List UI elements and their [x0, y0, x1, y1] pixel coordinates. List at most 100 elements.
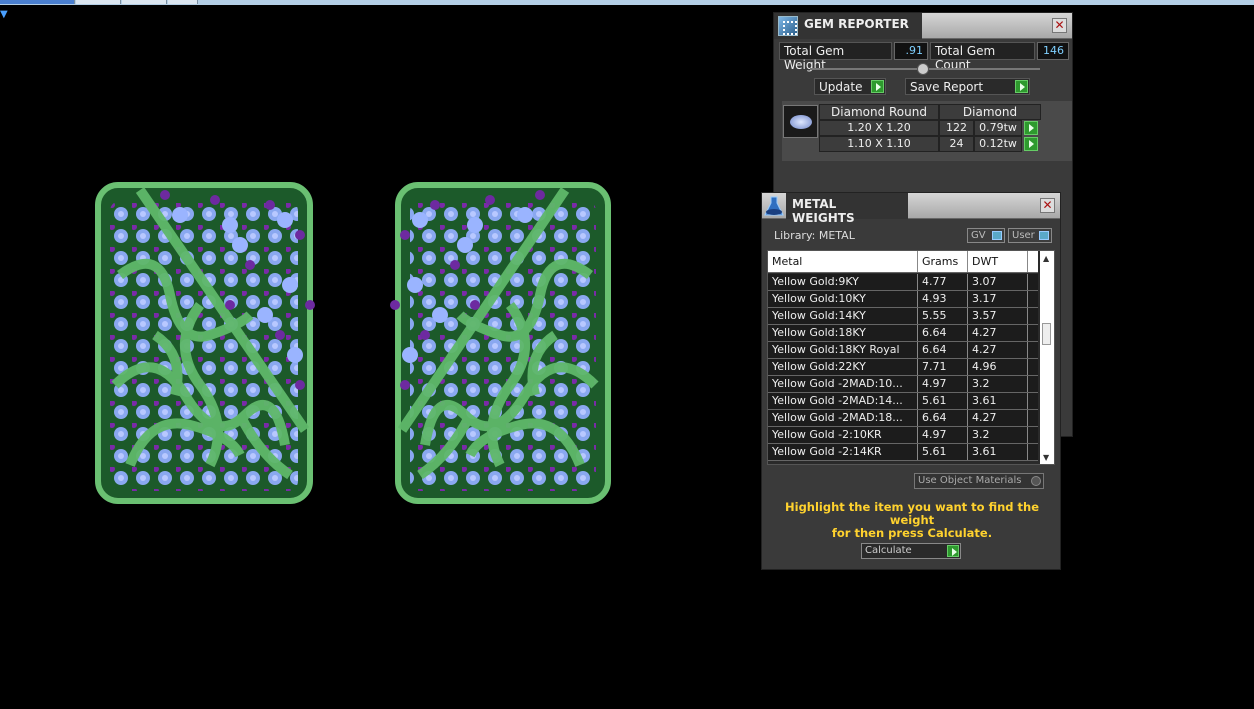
total-gem-weight-label: Total Gem Weight [779, 42, 892, 72]
metal-table-row[interactable]: Yellow Gold:18KY 6.64 4.27 [768, 325, 1038, 342]
grams-cell: 5.61 [918, 444, 968, 460]
dwt-cell: 3.2 [968, 427, 1028, 443]
gem-row-count: 122 [939, 120, 974, 136]
gem-reporter-icon [778, 16, 798, 36]
dwt-cell: 4.27 [968, 342, 1028, 358]
metal-name-cell: Yellow Gold:9KY [768, 274, 918, 290]
dwt-cell: 4.27 [968, 325, 1028, 341]
metal-name-cell: Yellow Gold:14KY [768, 308, 918, 324]
user-toggle-label: User [1012, 230, 1035, 241]
gem-row-size[interactable]: 1.10 X 1.10 [819, 136, 939, 152]
total-gem-count-label: Total Gem Count [930, 42, 1035, 72]
save-report-button[interactable]: Save Report [905, 78, 1030, 95]
grams-cell: 5.61 [918, 393, 968, 409]
metal-table-row[interactable]: Yellow Gold:14KY 5.55 3.57 [768, 308, 1038, 325]
dwt-cell: 3.07 [968, 274, 1028, 290]
use-object-materials-option[interactable]: Use Object Materials [914, 473, 1044, 489]
flask-icon [764, 196, 784, 216]
grams-cell: 5.55 [918, 308, 968, 324]
gem-table-header-type: Diamond [939, 104, 1041, 120]
gem-reporter-title-text: GEM REPORTER [804, 17, 909, 31]
play-icon [1015, 80, 1028, 93]
grams-cell: 6.64 [918, 342, 968, 358]
metal-table-header: Metal Grams DWT [768, 251, 1038, 273]
gem-row-weight: 0.12tw [974, 136, 1022, 152]
play-icon [871, 80, 884, 93]
calculate-button[interactable]: Calculate [861, 543, 961, 559]
right-earring[interactable] [390, 182, 611, 504]
update-button[interactable]: Update [814, 78, 886, 95]
metal-table-row[interactable]: Yellow Gold -2MAD:14... 5.61 3.61 [768, 393, 1038, 410]
metal-weights-titlebar[interactable]: METAL WEIGHTS ✕ [762, 193, 1060, 225]
total-gem-count-value: 146 [1037, 42, 1069, 60]
report-slider-knob[interactable] [917, 63, 929, 75]
play-icon[interactable] [1024, 121, 1038, 135]
update-button-label: Update [819, 80, 863, 94]
grams-cell: 4.97 [918, 427, 968, 443]
scroll-down-icon[interactable]: ▼ [1043, 453, 1049, 462]
gv-toggle-label: GV [971, 230, 986, 241]
metal-table-row[interactable]: Yellow Gold:22KY 7.71 4.96 [768, 359, 1038, 376]
grams-cell: 4.93 [918, 291, 968, 307]
metal-name-cell: Yellow Gold:22KY [768, 359, 918, 375]
gem-row-count: 24 [939, 136, 974, 152]
user-toggle[interactable]: User [1008, 228, 1052, 243]
metal-table-row[interactable]: Yellow Gold -2MAD:18... 6.64 4.27 [768, 410, 1038, 427]
metal-name-cell: Yellow Gold -2MAD:10... [768, 376, 918, 392]
metal-name-cell: Yellow Gold:18KY [768, 325, 918, 341]
metal-table-row[interactable]: Yellow Gold -2MAD:10... 4.97 3.2 [768, 376, 1038, 393]
toggle-indicator-icon [992, 231, 1002, 240]
tab-4[interactable] [168, 0, 198, 4]
scroll-up-icon[interactable]: ▲ [1043, 254, 1049, 263]
gem-table-header-shape: Diamond Round [819, 104, 939, 120]
metal-name-cell: Yellow Gold -2MAD:18... [768, 410, 918, 426]
close-icon[interactable]: ✕ [1052, 18, 1067, 33]
dwt-cell: 3.17 [968, 291, 1028, 307]
diamond-round-thumbnail-icon[interactable] [783, 105, 818, 138]
metal-column-header[interactable]: Metal [768, 251, 918, 272]
grams-cell: 4.77 [918, 274, 968, 290]
dwt-cell: 3.57 [968, 308, 1028, 324]
use-object-materials-label: Use Object Materials [918, 475, 1022, 486]
save-report-button-label: Save Report [910, 80, 984, 94]
3d-viewport[interactable] [0, 5, 760, 709]
metal-table-scrollbar[interactable]: ▲ ▼ [1040, 251, 1054, 464]
calculate-hint: Highlight the item you want to find the … [772, 501, 1052, 540]
metal-weights-title: METAL WEIGHTS [786, 193, 908, 225]
scroll-thumb[interactable] [1042, 323, 1051, 345]
metal-table-row[interactable]: Yellow Gold:9KY 4.77 3.07 [768, 274, 1038, 291]
metal-table-row[interactable]: Yellow Gold -2:14KR 5.61 3.61 [768, 444, 1038, 461]
metal-table-row[interactable]: Yellow Gold -2:10KR 4.97 3.2 [768, 427, 1038, 444]
gem-row-weight: 0.79tw [974, 120, 1022, 136]
dwt-cell: 3.61 [968, 393, 1028, 409]
metal-name-cell: Yellow Gold:10KY [768, 291, 918, 307]
metal-table-row[interactable]: Yellow Gold:18KY Royal 6.64 4.27 [768, 342, 1038, 359]
tab-3[interactable] [122, 0, 167, 4]
dwt-cell: 4.96 [968, 359, 1028, 375]
grams-cell: 6.64 [918, 410, 968, 426]
grams-cell: 6.64 [918, 325, 968, 341]
gem-reporter-titlebar[interactable]: GEM REPORTER ✕ [774, 13, 1072, 39]
metal-name-cell: Yellow Gold:18KY Royal [768, 342, 918, 358]
gem-row-size[interactable]: 1.20 X 1.20 [819, 120, 939, 136]
metal-name-cell: Yellow Gold -2:14KR [768, 444, 918, 460]
library-label: Library: METAL [774, 229, 855, 242]
radio-icon[interactable] [1031, 476, 1041, 486]
dwt-cell: 3.2 [968, 376, 1028, 392]
play-icon[interactable] [1024, 137, 1038, 151]
play-icon [947, 545, 959, 557]
calculate-button-label: Calculate [865, 545, 912, 556]
toggle-indicator-icon [1039, 231, 1049, 240]
dwt-cell: 3.61 [968, 444, 1028, 460]
gv-toggle[interactable]: GV [967, 228, 1005, 243]
metal-table-row[interactable]: Yellow Gold:10KY 4.93 3.17 [768, 291, 1038, 308]
left-earring[interactable] [95, 182, 315, 504]
dwt-cell: 4.27 [968, 410, 1028, 426]
grams-column-header[interactable]: Grams [918, 251, 968, 272]
close-icon[interactable]: ✕ [1040, 198, 1055, 213]
tab-2[interactable] [76, 0, 121, 4]
dwt-column-header[interactable]: DWT [968, 251, 1028, 272]
gem-stats-row: Total Gem Weight .91 Total Gem Count 146 [779, 42, 1069, 72]
tab-1[interactable] [0, 0, 75, 4]
gem-table: Diamond Round Diamond 1.20 X 1.20 122 0.… [782, 101, 1072, 161]
